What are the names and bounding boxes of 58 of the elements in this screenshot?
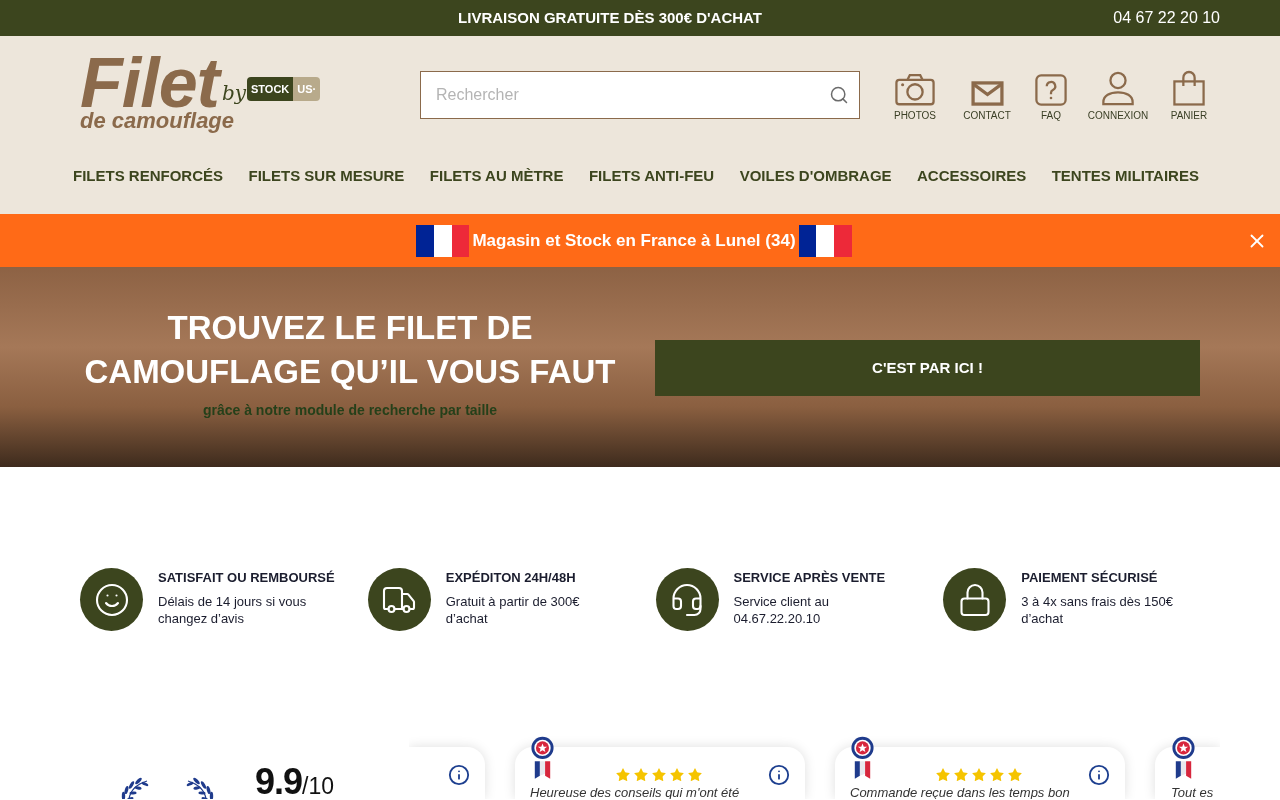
search-field[interactable]: Rechercher [420,71,860,119]
nav-link[interactable]: FILETS SUR MESURE [248,166,405,186]
star-icon [669,767,685,783]
logo-by: by [221,81,246,105]
info-icon[interactable] [768,764,790,786]
logo-subtitle: de camouflage [80,109,236,133]
question-icon [1035,74,1067,106]
nav-link[interactable]: FILETS ANTI-FEU [588,166,715,186]
review-text: Commande reçue dans les temps bon [850,786,1071,799]
notice-text: Magasin et Stock en France à Lunel (34) [472,229,796,252]
phone-number: 04 67 22 20 10 [1113,8,1220,28]
header-link[interactable]: FAQ [1031,70,1071,122]
header-link[interactable]: PANIER [1165,70,1213,122]
nav-link[interactable]: VOILES D'OMBRAGE [739,166,892,186]
nav-link[interactable]: TENTES MILITAIRES [1051,166,1199,186]
feature-title: SERVICE APRÈS VENTE [733,569,887,586]
star-icon [1007,767,1023,783]
french-flag-icon [416,224,470,257]
header-link[interactable]: CONTACT [955,70,1019,122]
logo-badge-stock: STOCK [247,77,294,101]
header-link[interactable]: CONNEXION [1083,70,1153,122]
feature-text: Gratuit à partir de 300€ d’achat [445,593,581,627]
feature-text: 3 à 4x sans frais dès 150€ d’achat [1021,593,1174,627]
hero-title-line: CAMOUFLAGE QU’IL VOUS FAUT [84,352,616,392]
search-icon[interactable] [829,85,849,105]
info-icon[interactable] [1088,764,1110,786]
envelope-icon [970,81,1004,106]
feature-title: EXPÉDITON 24H/48H [445,569,577,586]
rating-scale: /10 [302,773,335,800]
star-icon [953,767,969,783]
star-icon [989,767,1005,783]
nav-link[interactable]: FILETS AU MÈTRE [429,166,564,186]
star-icon [651,767,667,783]
feature-title: PAIEMENT SÉCURISÉ [1021,569,1159,586]
header-link[interactable]: PHOTOS [887,70,943,122]
rating-score: 9.9 [255,762,303,800]
star-icon [633,767,649,783]
star-icon [687,767,703,783]
person-icon [1101,71,1135,106]
shipping-announcement: LIVRAISON GRATUITE DÈS 300€ D'ACHAT [458,7,762,28]
nav-link[interactable]: FILETS RENFORCÉS [73,166,223,186]
star-icon [971,767,987,783]
hero-subtitle: grâce à notre module de recherche par taille [202,401,498,419]
feature-text: Délais de 14 jours si vous changez d’avis [158,593,308,627]
camera-icon [895,73,935,106]
review-text: Tout es [1171,786,1215,799]
logo-badge-us: US· [293,77,321,101]
nav-link[interactable]: ACCESSOIRES [917,166,1027,186]
search-cta-button[interactable]: C'EST PAR ICI ! [655,340,1200,396]
info-icon[interactable] [448,764,470,786]
feature-text: Service client au 04.67.22.20.10 [733,593,830,627]
french-flag-icon [798,224,852,257]
feature-title: SATISFAIT OU REMBOURSÉ [158,569,335,586]
hero-title-line: TROUVEZ LE FILET DE [167,308,533,348]
bag-icon [1173,70,1205,106]
star-icon [615,767,631,783]
star-icon [935,767,951,783]
review-text: Heureuse des conseils qui m'ont été [530,786,741,799]
